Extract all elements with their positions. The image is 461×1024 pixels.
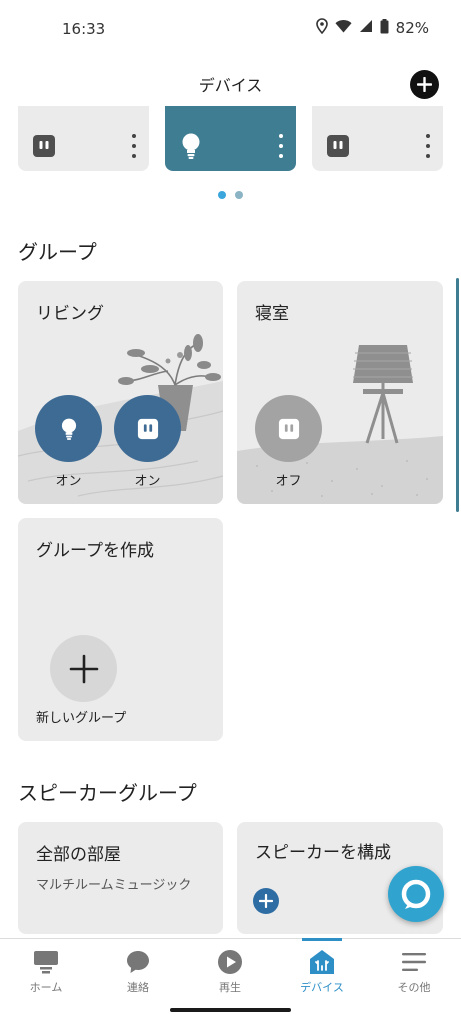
nav-label: その他 xyxy=(397,981,431,994)
speaker-card-all-rooms[interactable]: 全部の部屋 マルチルームミュージック xyxy=(18,822,223,934)
wifi-icon xyxy=(335,19,352,37)
plus-icon xyxy=(259,894,273,908)
device-card-bulb[interactable] xyxy=(165,106,296,171)
bulb-icon xyxy=(61,418,76,440)
alexa-button[interactable] xyxy=(388,866,444,922)
scrollbar[interactable] xyxy=(456,278,459,512)
page-title: デバイス xyxy=(198,76,263,95)
toggle-state-label: オン xyxy=(134,474,161,489)
add-device-button[interactable] xyxy=(410,70,439,99)
speaker-groups-section-title: スピーカーグループ xyxy=(18,781,197,805)
nav-item-communicate[interactable]: 連絡 xyxy=(92,939,184,1001)
status-time: 16:33 xyxy=(62,20,106,38)
device-menu-button[interactable] xyxy=(274,134,288,158)
carousel-page-dots[interactable] xyxy=(218,191,243,199)
group-plug-toggle[interactable] xyxy=(255,395,322,462)
create-group-card[interactable]: グループを作成 新しいグループ xyxy=(18,518,223,741)
toggle-state-label: オフ xyxy=(275,474,302,489)
add-speaker-button[interactable] xyxy=(253,888,279,914)
nav-item-devices[interactable]: デバイス xyxy=(276,939,368,1001)
plug-icon xyxy=(325,133,351,159)
new-group-button[interactable] xyxy=(50,635,117,702)
nav-item-play[interactable]: 再生 xyxy=(184,939,276,1001)
bulb-icon xyxy=(178,133,204,159)
device-carousel[interactable] xyxy=(0,106,461,172)
devices-icon xyxy=(307,949,337,975)
device-card-plug-2[interactable] xyxy=(312,106,443,171)
plug-icon xyxy=(278,418,299,439)
group-plug-toggle[interactable] xyxy=(114,395,181,462)
new-group-label: 新しいグループ xyxy=(36,711,127,726)
nav-item-home[interactable]: ホーム xyxy=(0,939,92,1001)
play-icon xyxy=(215,949,245,975)
nav-label: 連絡 xyxy=(127,981,149,994)
group-name: リビング xyxy=(36,304,104,324)
nav-label: ホーム xyxy=(29,981,63,994)
device-menu-button[interactable] xyxy=(421,134,435,158)
plus-icon xyxy=(417,77,432,92)
group-bulb-toggle[interactable] xyxy=(35,395,102,462)
nav-item-more[interactable]: その他 xyxy=(368,939,460,1001)
location-icon xyxy=(315,18,328,38)
plug-icon xyxy=(137,418,158,439)
group-card-bedroom[interactable]: 寝室 オフ xyxy=(237,281,443,504)
battery-level: 82% xyxy=(395,19,429,37)
chat-icon xyxy=(123,949,153,975)
app-header: デバイス xyxy=(0,58,461,106)
bottom-nav: ホーム 連絡 再生 デバイス その他 xyxy=(0,938,461,1000)
nav-label: 再生 xyxy=(219,981,241,994)
nav-label: デバイス xyxy=(300,981,344,994)
battery-icon xyxy=(380,18,389,38)
speaker-group-subtitle: マルチルームミュージック xyxy=(36,878,192,893)
plug-icon xyxy=(31,133,57,159)
alexa-icon xyxy=(401,879,431,909)
status-bar: 16:33 82% xyxy=(0,0,461,58)
group-name: 寝室 xyxy=(255,304,289,324)
page-dot[interactable] xyxy=(218,191,226,199)
cell-signal-icon xyxy=(359,19,373,37)
status-icons: 82% xyxy=(315,18,429,38)
create-group-title: グループを作成 xyxy=(36,541,154,561)
speaker-group-name: 全部の部屋 xyxy=(36,845,121,865)
page-dot[interactable] xyxy=(235,191,243,199)
device-menu-button[interactable] xyxy=(127,134,141,158)
home-indicator[interactable] xyxy=(170,1008,291,1012)
toggle-state-label: オン xyxy=(55,474,82,489)
home-icon xyxy=(31,949,61,975)
group-card-living[interactable]: リビング オン オン xyxy=(18,281,223,504)
speaker-configure-title: スピーカーを構成 xyxy=(255,843,391,863)
device-card-plug-1[interactable] xyxy=(18,106,149,171)
menu-icon xyxy=(399,949,429,975)
plus-icon xyxy=(69,654,98,683)
groups-section-title: グループ xyxy=(18,240,97,264)
